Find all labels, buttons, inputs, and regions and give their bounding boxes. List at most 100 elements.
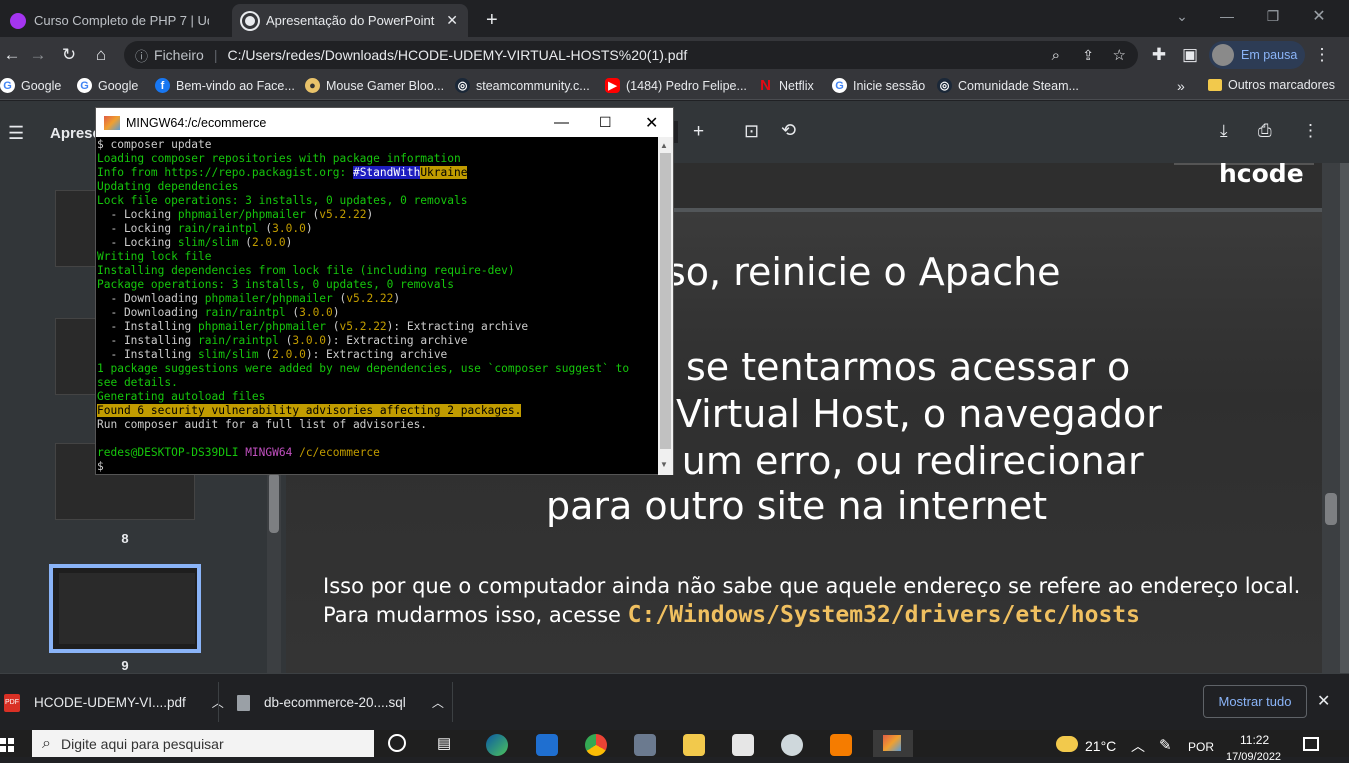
download-item[interactable]: db-ecommerce-20....sql ︿ (237, 674, 444, 731)
terminal-text-segment: phpmailer/phpmailer (204, 292, 333, 305)
page-thumbnail-selected[interactable] (49, 564, 201, 653)
more-options-icon[interactable]: ⋮ (1302, 121, 1319, 141)
extensions-icon[interactable]: ✚ (1147, 43, 1171, 67)
chevron-up-icon[interactable]: ︿ (432, 694, 444, 711)
task-view-icon[interactable]: ▤ (437, 734, 459, 756)
restore-icon[interactable]: ❐ (1250, 0, 1296, 32)
terminal-text-segment: redes@DESKTOP-DS39DLI (97, 446, 246, 459)
weather-temperature[interactable]: 21°C (1085, 738, 1116, 754)
pen-icon[interactable]: ✎ (1159, 736, 1172, 754)
bookmark-item[interactable]: N Netflix (758, 77, 814, 94)
taskbar-search[interactable]: ⌕ Digite aqui para pesquisar (32, 730, 374, 757)
minimize-icon[interactable]: — (1204, 0, 1250, 32)
fit-page-icon[interactable]: ⊡ (744, 121, 759, 142)
rotate-icon[interactable]: ⟲ (781, 120, 796, 141)
sublime-icon[interactable] (830, 734, 852, 756)
mouse-icon: ● (305, 78, 320, 93)
reload-icon[interactable]: ↻ (57, 43, 81, 67)
zoom-in-icon[interactable]: + (693, 121, 704, 143)
terminal-text-segment: Ukraine (420, 166, 468, 179)
pdf-scrollbar[interactable] (1322, 163, 1340, 673)
download-icon[interactable]: ⤓ (1220, 121, 1228, 141)
terminal-line: Package operations: 3 installs, 0 update… (97, 278, 658, 292)
slide-body-line: se tentarmos acessar o (686, 345, 1131, 389)
terminal-line: - Locking slim/slim (2.0.0) (97, 236, 658, 250)
share-icon[interactable]: ⇪ (1082, 47, 1094, 64)
terminal-text-segment: Package operations: 3 installs, 0 update… (97, 278, 454, 291)
google-icon: G (0, 78, 15, 93)
close-window-icon[interactable]: ✕ (1296, 0, 1342, 32)
terminal-text-segment: - Installing (97, 334, 199, 347)
bookmark-item[interactable]: ▶ (1484) Pedro Felipe... (605, 78, 747, 93)
bookmarks-overflow[interactable]: » (1177, 78, 1185, 94)
terminal-text-segment: ) (393, 292, 401, 305)
profile-button[interactable]: Em pausa (1209, 41, 1305, 69)
terminal-line: $ (97, 460, 658, 474)
new-tab-button[interactable]: + (476, 4, 510, 37)
terminal-text-segment: ( (326, 320, 340, 333)
git-bash-icon (104, 115, 120, 130)
language-indicator[interactable]: POR (1188, 740, 1214, 754)
clock-date[interactable]: 17/09/2022 (1226, 751, 1281, 763)
zoom-icon[interactable]: ⌕ (1052, 47, 1060, 64)
terminal-text-segment: slim/slim (177, 236, 239, 249)
tab-title: Curso Completo de PHP 7 | Udem (34, 13, 209, 28)
mingw-terminal-window[interactable]: MINGW64:/c/ecommerce — ☐ ✕ $ composer up… (95, 107, 674, 475)
chrome-icon[interactable] (585, 734, 607, 756)
notifications-icon[interactable] (1303, 737, 1319, 751)
close-tab-icon[interactable]: ✕ (446, 12, 458, 29)
tab-search-icon[interactable]: ⌄ (1159, 0, 1205, 32)
store-icon[interactable] (536, 734, 558, 756)
bookmark-item[interactable]: G Google (0, 78, 61, 93)
minimize-icon[interactable]: — (554, 114, 569, 131)
windows-start-icon[interactable] (0, 738, 14, 752)
bookmark-star-icon[interactable]: ☆ (1113, 46, 1126, 64)
terminal-text-segment: phpmailer/phpmailer (198, 320, 327, 333)
back-icon[interactable]: ← (0, 43, 24, 67)
bookmark-item[interactable]: G Google (77, 78, 138, 93)
side-panel-icon[interactable]: ▣ (1178, 43, 1202, 67)
terminal-output[interactable]: $ composer update Loading composer reposi… (96, 137, 658, 475)
url-text[interactable]: C:/Users/redes/Downloads/HCODE-UDEMY-VIR… (227, 47, 687, 63)
other-bookmarks[interactable]: Outros marcadores (1208, 78, 1335, 92)
tray-chevron-icon[interactable]: ︿ (1131, 736, 1145, 756)
steam-icon: ◎ (937, 78, 952, 93)
bookmark-item[interactable]: f Bem-vindo ao Face... (155, 78, 295, 93)
terminal-text-segment: Run composer audit for a full list of ad… (97, 418, 428, 431)
address-bar[interactable]: ⓘ Ficheiro | C:/Users/redes/Downloads/HC… (124, 41, 1138, 69)
home-icon[interactable]: ⌂ (89, 43, 113, 67)
unity-icon[interactable] (732, 734, 754, 756)
clock-time[interactable]: 11:22 (1240, 733, 1269, 747)
bookmark-item[interactable]: ◎ Comunidade Steam... (937, 78, 1079, 93)
paint-icon[interactable] (781, 734, 803, 756)
app-icon[interactable] (634, 734, 656, 756)
tab-powerpoint[interactable]: Apresentação do PowerPoint ✕ (232, 4, 468, 37)
slide-note-line: Para mudarmos isso, acesse C:/Windows/Sy… (323, 602, 1141, 628)
terminal-titlebar[interactable]: MINGW64:/c/ecommerce — ☐ ✕ (96, 108, 673, 137)
bookmark-item[interactable]: ● Mouse Gamer Bloo... (305, 78, 444, 93)
thumbnail-number: 9 (121, 658, 129, 673)
bookmark-item[interactable]: G Inicie sessão (832, 78, 925, 93)
maximize-icon[interactable]: ☐ (599, 114, 612, 131)
slide-body-line: para outro site na internet (546, 484, 1048, 528)
close-downloads-icon[interactable]: ✕ (1317, 691, 1330, 711)
cortana-icon[interactable] (388, 734, 406, 752)
edge-icon[interactable] (486, 734, 508, 756)
hamburger-menu-icon[interactable]: ☰ (8, 123, 24, 144)
print-icon[interactable]: ⎙ (1258, 121, 1272, 141)
terminal-line: Updating dependencies (97, 180, 658, 194)
info-icon[interactable]: ⓘ (135, 46, 148, 65)
download-item[interactable]: PDF HCODE-UDEMY-VI....pdf ︿ (4, 674, 224, 731)
terminal-scrollbar[interactable]: ▲ ▼ (658, 137, 673, 475)
bookmark-item[interactable]: ◎ steamcommunity.c... (455, 78, 590, 93)
close-icon[interactable]: ✕ (645, 113, 658, 133)
tab-php-course[interactable]: Curso Completo de PHP 7 | Udem (0, 4, 230, 37)
facebook-icon: f (155, 78, 170, 93)
forward-icon[interactable]: → (26, 43, 50, 67)
show-all-button[interactable]: Mostrar tudo (1203, 685, 1307, 718)
git-bash-taskbar-icon[interactable] (873, 730, 913, 757)
terminal-text-segment: 3.0.0 (299, 306, 333, 319)
terminal-text-segment: phpmailer/phpmailer (177, 208, 306, 221)
file-explorer-icon[interactable] (683, 734, 705, 756)
menu-kebab-icon[interactable]: ⋮ (1310, 43, 1334, 67)
